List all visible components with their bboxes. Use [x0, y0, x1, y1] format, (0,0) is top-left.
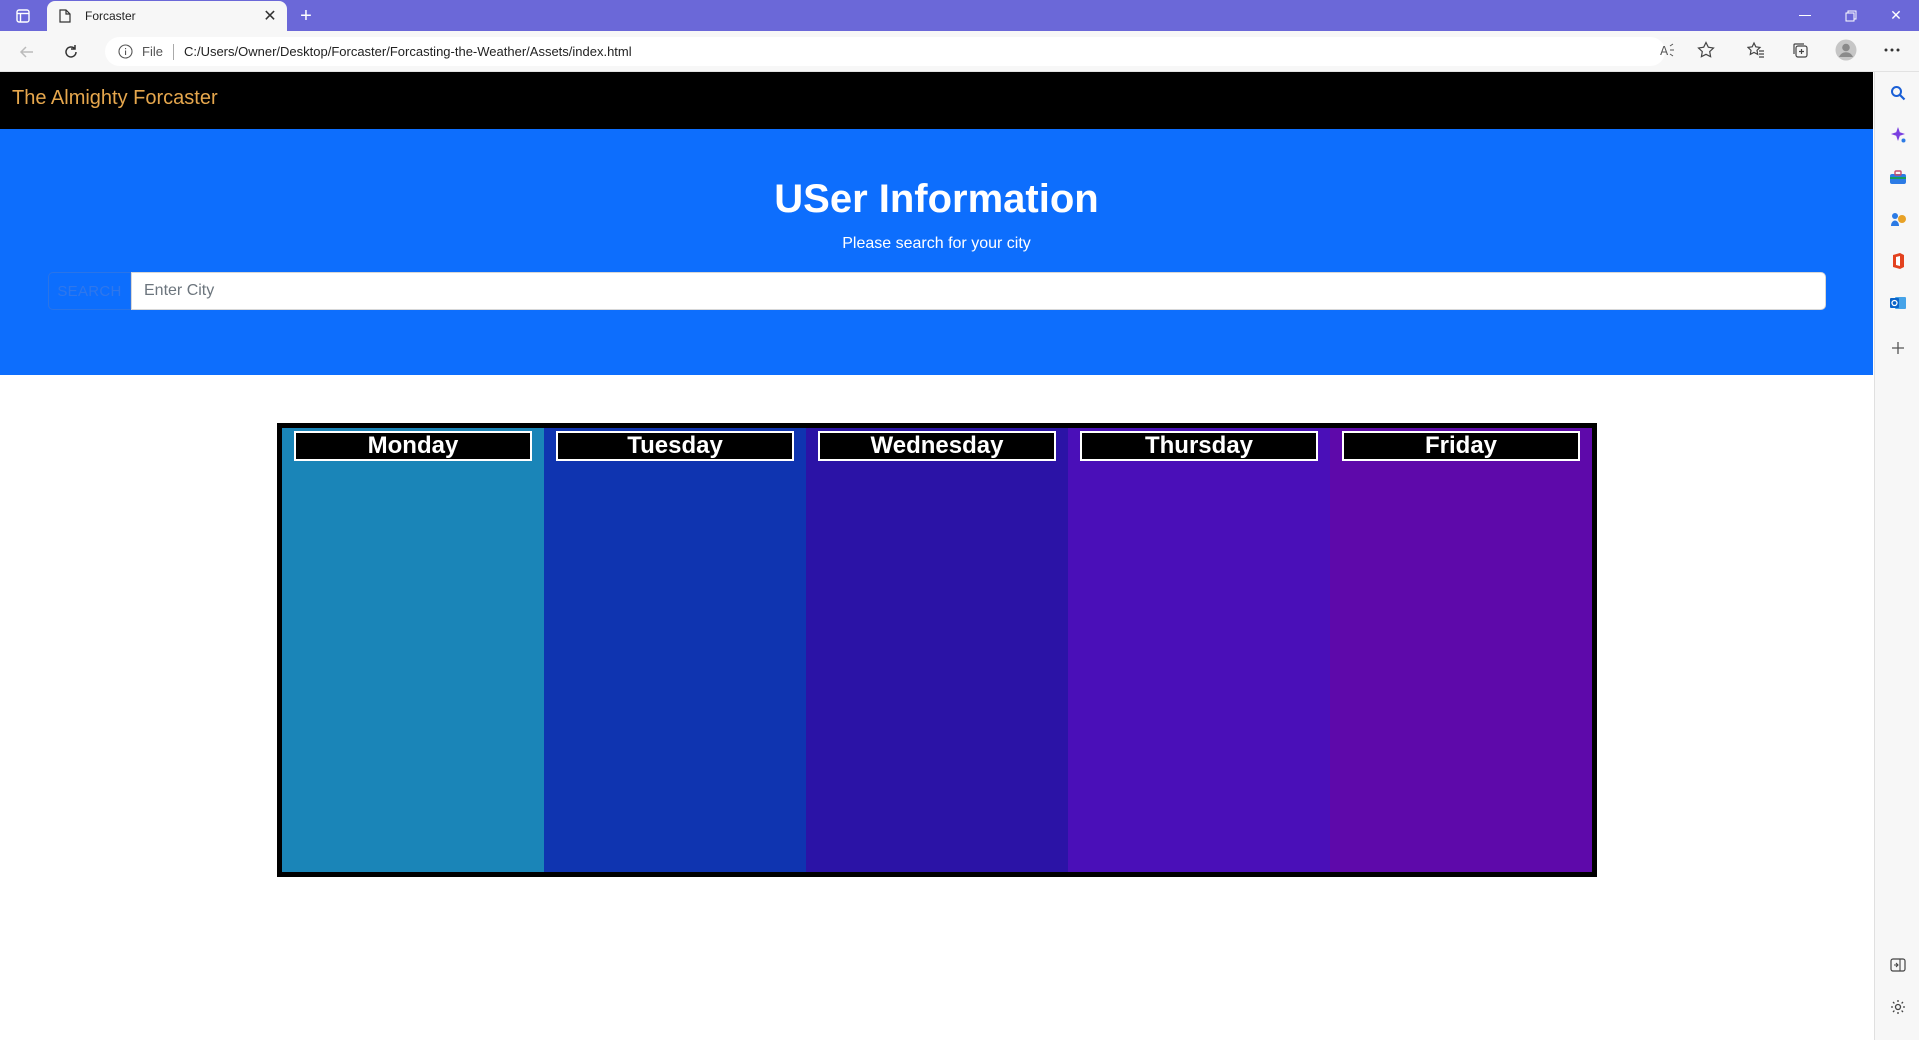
- collections-icon[interactable]: [1788, 38, 1812, 62]
- games-icon[interactable]: [1887, 208, 1909, 230]
- profile-avatar[interactable]: [1834, 38, 1858, 62]
- refresh-icon[interactable]: [58, 39, 84, 65]
- edge-sidebar: [1874, 72, 1919, 1040]
- tab-actions-icon[interactable]: [10, 6, 36, 26]
- copilot-icon[interactable]: [1887, 124, 1909, 146]
- close-tab-icon[interactable]: ✕: [259, 5, 281, 27]
- restore-icon[interactable]: [1828, 0, 1874, 31]
- settings-icon[interactable]: [1887, 996, 1909, 1018]
- close-window-icon[interactable]: ✕: [1873, 0, 1919, 31]
- info-icon[interactable]: [118, 44, 134, 60]
- url-protocol: File: [142, 44, 163, 59]
- office-icon[interactable]: [1887, 250, 1909, 272]
- day-card-monday: Monday: [282, 428, 544, 872]
- day-label: Monday: [294, 431, 532, 461]
- page-viewport: The Almighty Forcaster USer Information …: [0, 72, 1873, 1040]
- favorites-icon[interactable]: [1744, 38, 1768, 62]
- forecast-container: Monday Tuesday Wednesday Thursday Friday: [277, 423, 1597, 877]
- page-icon: [59, 8, 75, 24]
- svg-text:A: A: [1660, 44, 1669, 57]
- tools-icon[interactable]: [1887, 166, 1909, 188]
- city-input[interactable]: [131, 272, 1826, 310]
- browser-tab[interactable]: Forcaster ✕: [47, 1, 287, 31]
- site-navbar: The Almighty Forcaster: [0, 72, 1873, 129]
- url-separator: [172, 43, 174, 60]
- tab-title: Forcaster: [85, 9, 136, 23]
- url-path: C:/Users/Owner/Desktop/Forcaster/Forcast…: [183, 44, 632, 59]
- search-group: SEARCH: [48, 272, 1826, 310]
- site-brand[interactable]: The Almighty Forcaster: [12, 87, 218, 110]
- add-icon[interactable]: [1887, 337, 1909, 359]
- search-icon[interactable]: [1887, 82, 1909, 104]
- browser-tab-bar: Forcaster ✕ + ✕: [0, 0, 1919, 31]
- day-card-tuesday: Tuesday: [544, 428, 806, 872]
- read-aloud-icon[interactable]: A: [1656, 38, 1680, 62]
- day-card-thursday: Thursday: [1068, 428, 1330, 872]
- more-options-icon[interactable]: [1880, 38, 1904, 62]
- address-bar: File C:/Users/Owner/Desktop/Forcaster/Fo…: [0, 31, 1919, 72]
- day-label: Thursday: [1080, 431, 1318, 461]
- minimize-icon[interactable]: [1782, 0, 1828, 31]
- new-tab-icon[interactable]: +: [294, 4, 318, 28]
- day-card-wednesday: Wednesday: [806, 428, 1068, 872]
- search-button[interactable]: SEARCH: [48, 272, 131, 310]
- day-card-friday: Friday: [1330, 428, 1592, 872]
- back-icon[interactable]: [14, 39, 40, 65]
- sidebar-toggle-icon[interactable]: [1887, 954, 1909, 976]
- add-favorite-icon[interactable]: [1694, 38, 1718, 62]
- page-title: USer Information: [774, 177, 1099, 221]
- page-subtitle: Please search for your city: [842, 235, 1031, 252]
- day-label: Tuesday: [556, 431, 794, 461]
- outlook-icon[interactable]: [1887, 292, 1909, 314]
- url-field[interactable]: File C:/Users/Owner/Desktop/Forcaster/Fo…: [105, 37, 1665, 66]
- day-label: Wednesday: [818, 431, 1056, 461]
- day-label: Friday: [1342, 431, 1580, 461]
- hero-section: USer Information Please search for your …: [0, 129, 1873, 375]
